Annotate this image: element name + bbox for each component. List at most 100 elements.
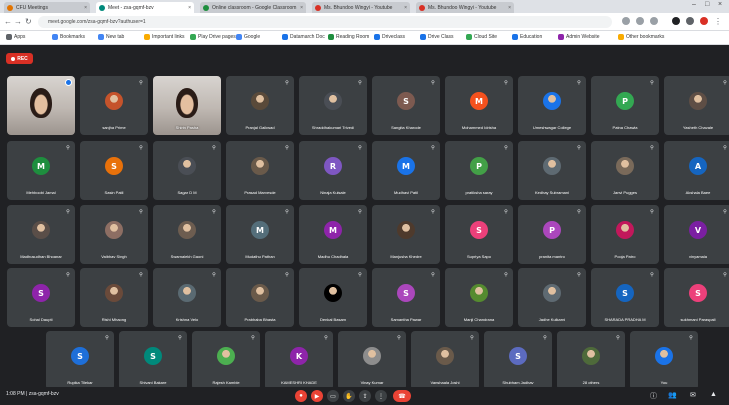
extension-icon[interactable] [636,17,644,25]
forward-icon[interactable]: → [14,17,22,27]
participant-tile[interactable]: ⚲ Janvi Pugges [591,141,659,200]
maximize-icon[interactable]: □ [705,1,709,8]
extension-icon[interactable] [622,17,630,25]
participant-tile[interactable]: V ⚲ vinyamala [664,205,729,264]
bookmark-item[interactable]: Admin Website [558,34,600,40]
participant-tile[interactable]: S ⚲ SHARADA PRADHA M [591,268,659,327]
participant-tile[interactable]: ⚲ Umeshwagar College [518,76,586,135]
participant-tile[interactable]: ⚲ sanjha Prime [80,76,148,135]
participant-tile[interactable]: ⚲ Sagar D M [153,141,221,200]
activities-icon[interactable]: ▲ [710,391,717,398]
close-tab-icon[interactable]: × [300,5,303,11]
bookmark-item[interactable]: Drive Class [420,34,454,40]
participant-tile[interactable] [7,76,75,135]
participant-tile[interactable]: ⚲ Rishi Mhaong [80,268,148,327]
participant-tile[interactable]: ⚲ Pranjal Gaikwad [226,76,294,135]
participant-tile[interactable]: S ⚲ Shivani Bakare [119,331,187,390]
pin-icon[interactable] [65,79,72,86]
browser-tab[interactable]: Online classroom - Google Classroom × [200,2,306,13]
participant-tile[interactable]: ⚲ Manji Chandrana [445,268,513,327]
participant-tile[interactable]: ⚲ Vinay Kumar [338,331,406,390]
back-icon[interactable]: ← [4,17,12,27]
browser-tab[interactable]: Ms. Bhundoo Wingyi - Youtube × [416,2,514,13]
participant-avatar [397,221,415,239]
address-bar[interactable]: meet.google.com/zsa-gqmf-bzv?authuser=1 [38,16,612,28]
participant-tile[interactable]: ⚲ Vaibhav Singh [80,205,148,264]
present-button[interactable]: ⇪ [359,390,371,402]
participant-tile[interactable]: P ⚲ pratiksha saray [445,141,513,200]
mic-off-button[interactable]: ● [295,390,307,402]
participant-tile[interactable]: P ⚲ pranita mantro [518,205,586,264]
browser-tab[interactable]: Meet - zsa-gqmf-bzv × [96,2,194,13]
info-icon[interactable]: ⓘ [650,391,657,401]
participant-tile[interactable]: ⚲ Vanshaala Joshi [411,331,479,390]
extension-icon[interactable] [650,17,658,25]
close-tab-icon[interactable]: × [508,5,511,11]
reload-icon[interactable]: ↻ [25,17,32,27]
participant-tile[interactable]: M ⚲ Mehboobi Jamal [7,141,75,200]
more-options-button[interactable]: ⋮ [375,390,387,402]
participant-tile[interactable]: M ⚲ Mohammed Idrisha [445,76,513,135]
bookmark-item[interactable]: Play Drive pages [190,34,236,40]
captions-button[interactable]: ▭ [327,390,339,402]
chat-icon[interactable]: ✉ [690,391,696,399]
participant-tile[interactable]: S ⚲ Sasin Patil [80,141,148,200]
participant-tile[interactable]: ⚲ Pooja Patro [591,205,659,264]
participant-tile[interactable]: ⚲ Jadhe Kulkarni [518,268,586,327]
close-window-icon[interactable]: × [718,1,722,8]
close-tab-icon[interactable]: × [404,5,407,11]
participant-tile[interactable]: K ⚲ KAMESHRI KHADE [265,331,333,390]
close-tab-icon[interactable]: × [188,5,191,11]
participant-tile[interactable]: ⚲ Manjusha Khedre [372,205,440,264]
participant-tile[interactable]: ⚲ Prabhaba Bhasta [226,268,294,327]
participant-tile[interactable]: A ⚲ Akshala Baee [664,141,729,200]
participant-tile[interactable]: ⚲ You [630,331,698,390]
camera-off-button[interactable]: ▶ [311,390,323,402]
bookmark-item[interactable]: Apps [6,34,25,40]
participant-tile[interactable]: S ⚲ Sangita Kharode [372,76,440,135]
bookmark-item[interactable]: Bookmarks [52,34,85,40]
participant-tile[interactable]: ⚲ Swarnalekh Gaoni [153,205,221,264]
bookmark-item[interactable]: Other bookmarks [618,34,664,40]
bookmark-item[interactable]: Reading Room [328,34,369,40]
participant-tile[interactable]: ⚲ 28 others [557,331,625,390]
profile-avatar[interactable] [700,17,708,25]
browser-tab[interactable]: CFU Meetings × [4,2,90,13]
minimize-icon[interactable]: – [692,1,696,8]
participant-tile[interactable]: ⚲ Yasheth Chavale [664,76,729,135]
participant-tile[interactable]: S ⚲ Samantha Pawar [372,268,440,327]
leave-call-button[interactable]: ☎ [393,390,411,402]
participant-tile[interactable]: S ⚲ sukhmani Paraspali [664,268,729,327]
menu-icon[interactable]: ⋮ [714,17,722,27]
close-tab-icon[interactable]: × [84,5,87,11]
bookmark-item[interactable]: Education [512,34,542,40]
people-icon[interactable]: 👥 [668,391,677,399]
browser-tab[interactable]: Ms. Bhundoo Wingyi - Youtube × [312,2,410,13]
bookmark-item[interactable]: Datamarch Doc [282,34,325,40]
participant-tile[interactable]: S ⚲ Supriya Sapo [445,205,513,264]
participant-tile[interactable]: S ⚲ Sohal Daupti [7,268,75,327]
participant-tile[interactable]: ⚲ Kedhay Subramani [518,141,586,200]
participant-tile[interactable]: M ⚲ Mudathu Pathan [226,205,294,264]
participant-tile[interactable]: ⚲ Rajesh Kamble [192,331,260,390]
bookmark-item[interactable]: Google [236,34,260,40]
bookmark-item[interactable]: Driveclass [374,34,405,40]
participant-tile[interactable]: ⚲ Prasad Marvesde [226,141,294,200]
participant-tile[interactable]: ⚲ Shraddhakumari Trivedi [299,76,367,135]
participant-tile[interactable]: Shirin Pasha [153,76,221,135]
participant-tile[interactable]: S ⚲ Rupika Tilekar [46,331,114,390]
bookmark-item[interactable]: Important links [144,34,185,40]
bookmark-item[interactable]: New tab [98,34,124,40]
star-icon[interactable] [672,17,680,25]
participant-tile[interactable]: P ⚲ Patna Chawla [591,76,659,135]
puzzle-icon[interactable] [686,17,694,25]
participant-tile[interactable]: ⚲ Krishna Velo [153,268,221,327]
participant-tile[interactable]: ⚲ Denkal Basam [299,268,367,327]
participant-tile[interactable]: M ⚲ Mudhavi Patil [372,141,440,200]
bookmark-item[interactable]: Cloud Site [466,34,497,40]
raise-hand-button[interactable]: ✋ [343,390,355,402]
participant-tile[interactable]: S ⚲ Shubham Jadhav [484,331,552,390]
participant-tile[interactable]: M ⚲ Madhu Chadhala [299,205,367,264]
participant-tile[interactable]: R ⚲ Ninaja Kulsale [299,141,367,200]
participant-tile[interactable]: ⚲ Madhusudhan Bhoanar [7,205,75,264]
